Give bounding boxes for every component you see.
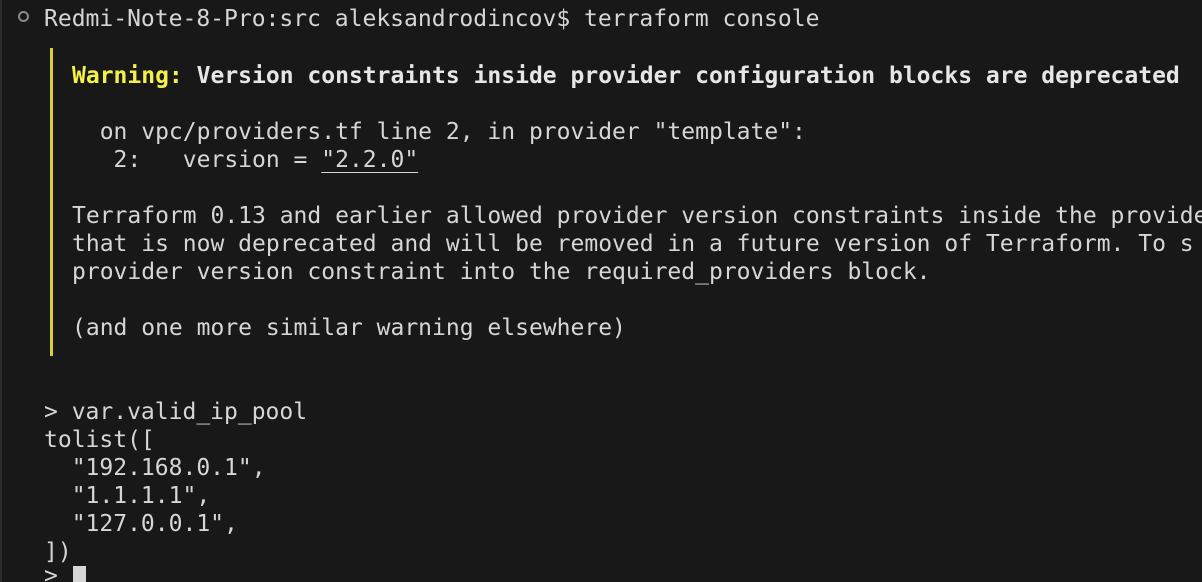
- warning-code-prefix: 2: version =: [72, 147, 322, 173]
- prompt-status-circle-icon: [18, 11, 29, 22]
- console-output-line: "127.0.0.1",: [44, 511, 238, 537]
- warning-location: on vpc/providers.tf line 2, in provider …: [72, 119, 806, 145]
- console-output-line: tolist([: [44, 427, 155, 453]
- warning-title: Version constraints inside provider conf…: [182, 63, 1180, 89]
- warning-body-line: Terraform 0.13 and earlier allowed provi…: [72, 203, 1202, 229]
- warning-body-line: provider version constraint into the req…: [72, 259, 931, 285]
- prompt-command-line: Redmi-Note-8-Pro:src aleksandrodincov$ t…: [44, 6, 820, 32]
- warning-heading: Warning: Version constraints inside prov…: [72, 62, 1180, 90]
- console-output-line: "192.168.0.1",: [44, 455, 266, 481]
- console-output-line: "1.1.1.1",: [44, 483, 211, 509]
- terminal-cursor[interactable]: [73, 566, 86, 582]
- warning-more: (and one more similar warning elsewhere): [72, 315, 626, 341]
- warning-label: Warning:: [72, 63, 183, 89]
- warning-bar: [50, 48, 53, 356]
- warning-body-line: that is now deprecated and will be remov…: [72, 231, 1194, 257]
- warning-code-value: "2.2.0": [321, 147, 419, 173]
- warning-code-line: 2: version = "2.2.0": [72, 146, 419, 174]
- terminal-gutter: [0, 0, 2, 582]
- next-prompt: >: [44, 563, 58, 582]
- console-input-line: > var.valid_ip_pool: [44, 399, 308, 425]
